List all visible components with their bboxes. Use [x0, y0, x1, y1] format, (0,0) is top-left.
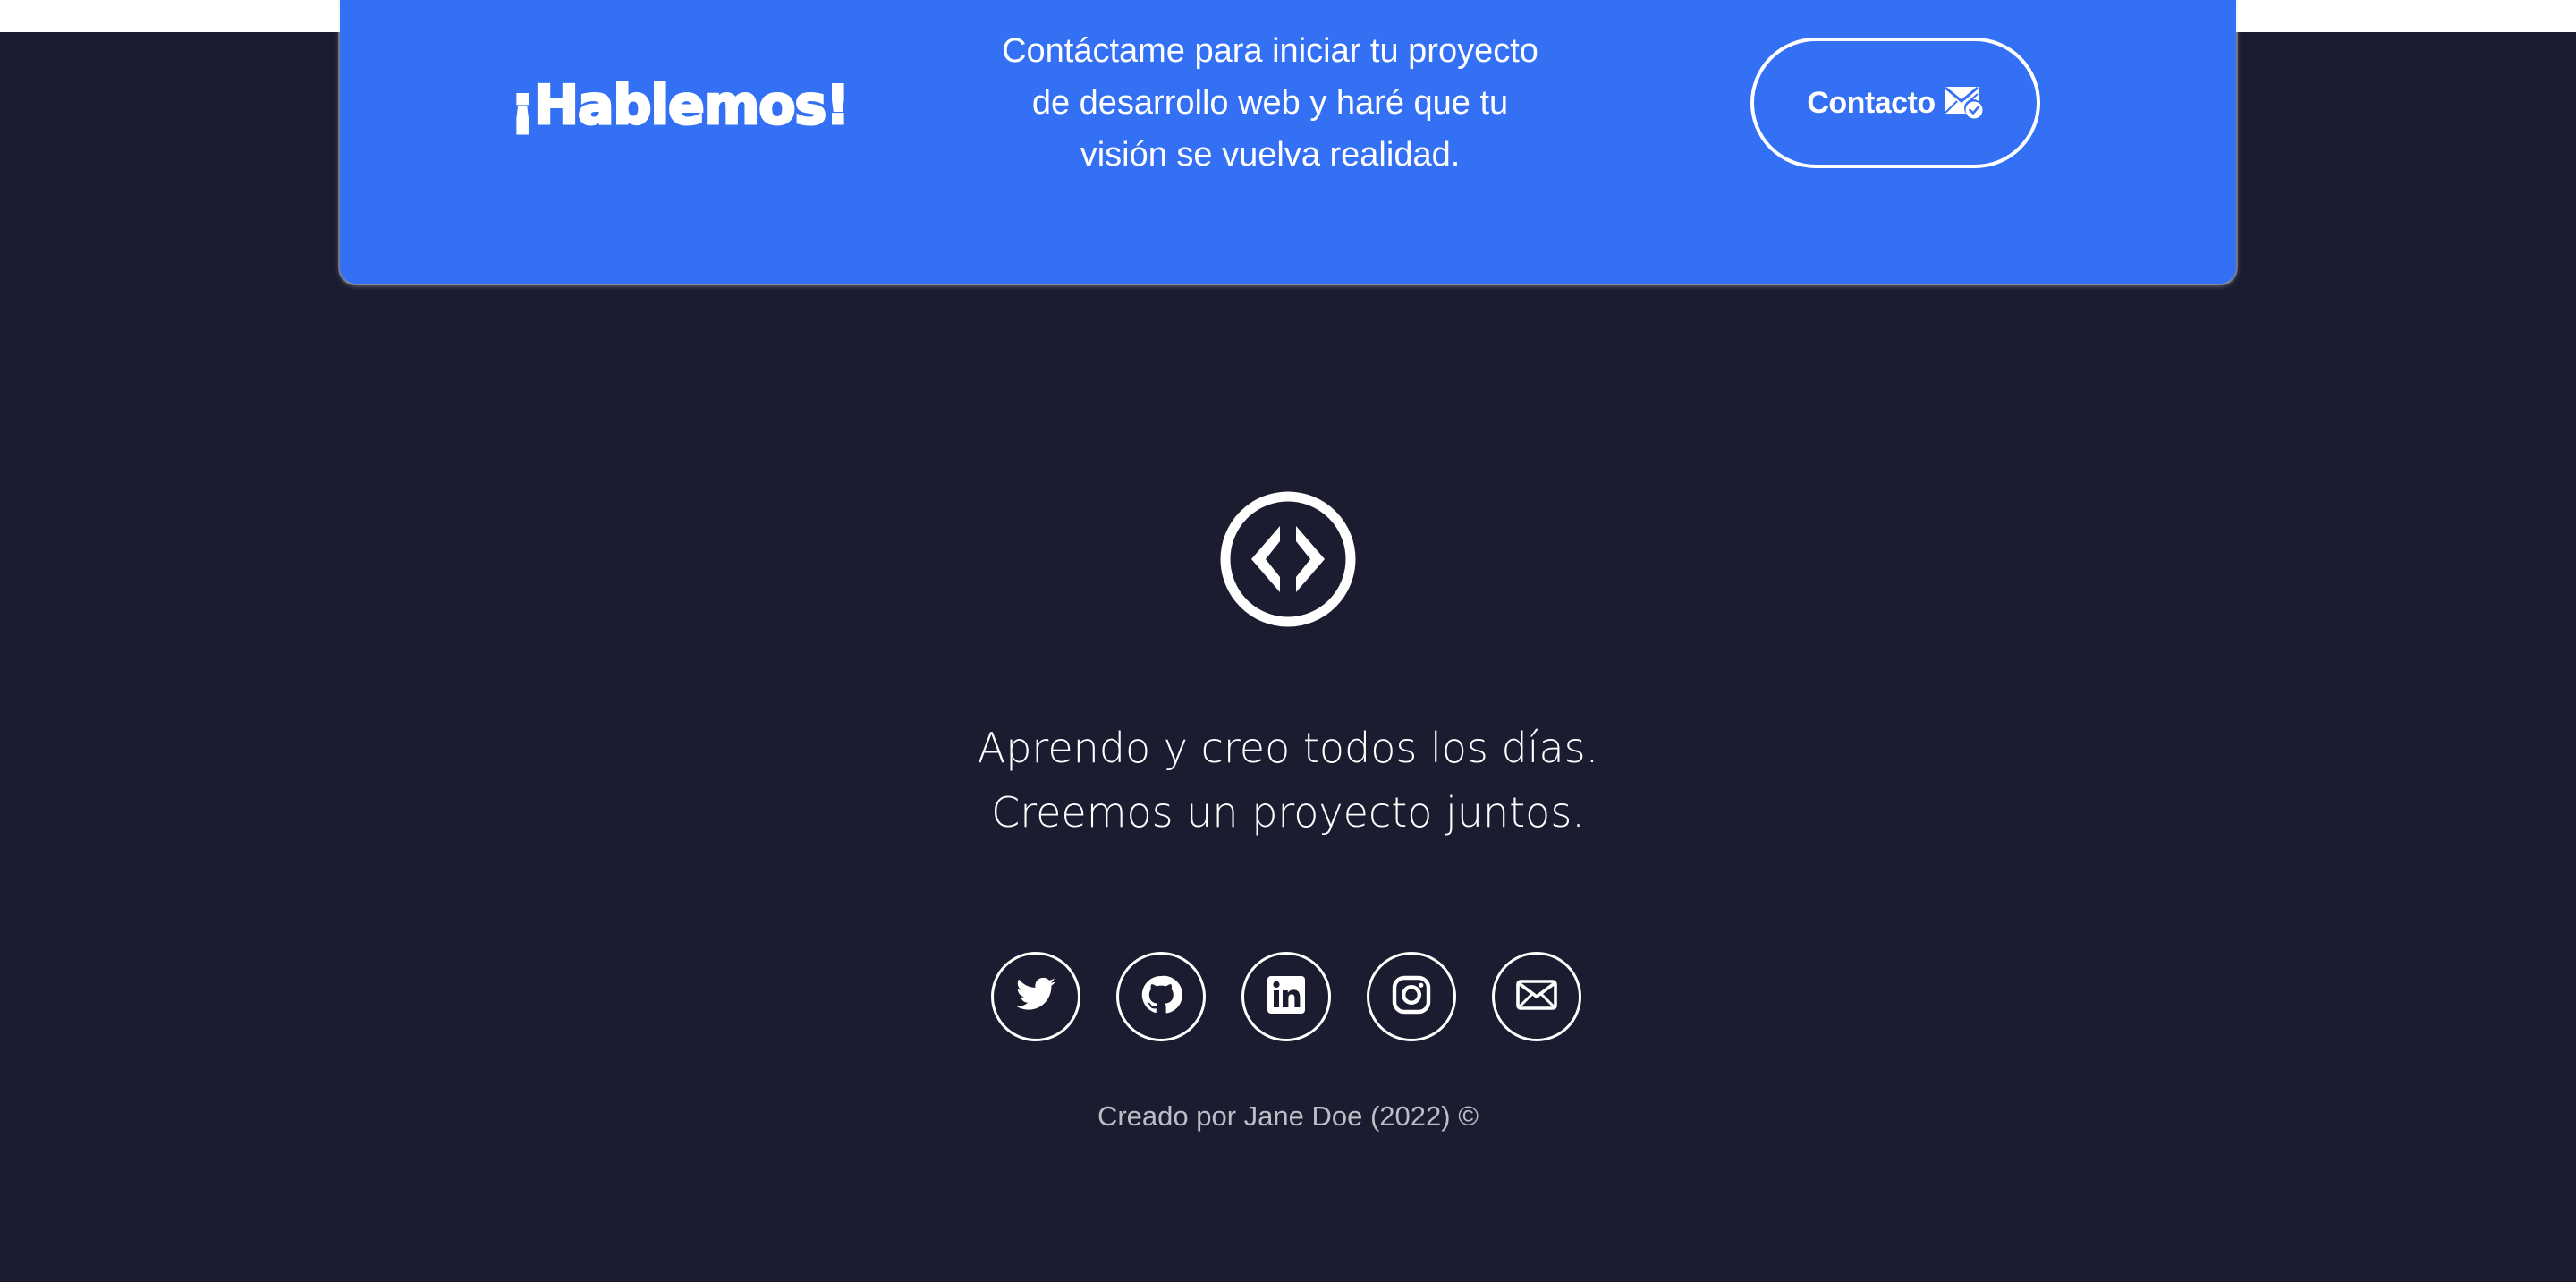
- cta-card: ¡Hablemos! Contáctame para iniciar tu pr…: [340, 0, 2236, 284]
- cta-description: Contáctame para iniciar tu proyecto de d…: [1002, 32, 1538, 174]
- page: ¡Hablemos! Contáctame para iniciar tu pr…: [0, 0, 2576, 1282]
- mail-check-icon: [1943, 83, 1984, 119]
- contact-button-label: Contacto: [1807, 85, 1936, 120]
- tagline-line-1: Aprendo y creo todos los días.: [977, 724, 1599, 772]
- instagram-link[interactable]: [1367, 952, 1456, 1041]
- github-icon: [1140, 973, 1182, 1021]
- instagram-icon: [1390, 973, 1433, 1021]
- contact-button[interactable]: Contacto: [1750, 38, 2040, 168]
- social-links: [991, 952, 1585, 1045]
- github-link[interactable]: [1116, 952, 1206, 1041]
- linkedin-icon: [1265, 973, 1308, 1021]
- email-link[interactable]: [1492, 952, 1581, 1041]
- linkedin-link[interactable]: [1241, 952, 1331, 1041]
- twitter-link[interactable]: [991, 952, 1080, 1041]
- copyright-text: Creado por Jane Doe (2022) ©: [1097, 1100, 1479, 1132]
- email-icon: [1515, 973, 1558, 1021]
- tagline-line-2: Creemos un proyecto juntos.: [991, 788, 1585, 836]
- tagline: Aprendo y creo todos los días. Creemos u…: [841, 716, 1735, 845]
- code-logo-icon: [1219, 490, 1357, 628]
- cta-title: ¡Hablemos!: [509, 73, 852, 139]
- twitter-icon: [1014, 973, 1057, 1021]
